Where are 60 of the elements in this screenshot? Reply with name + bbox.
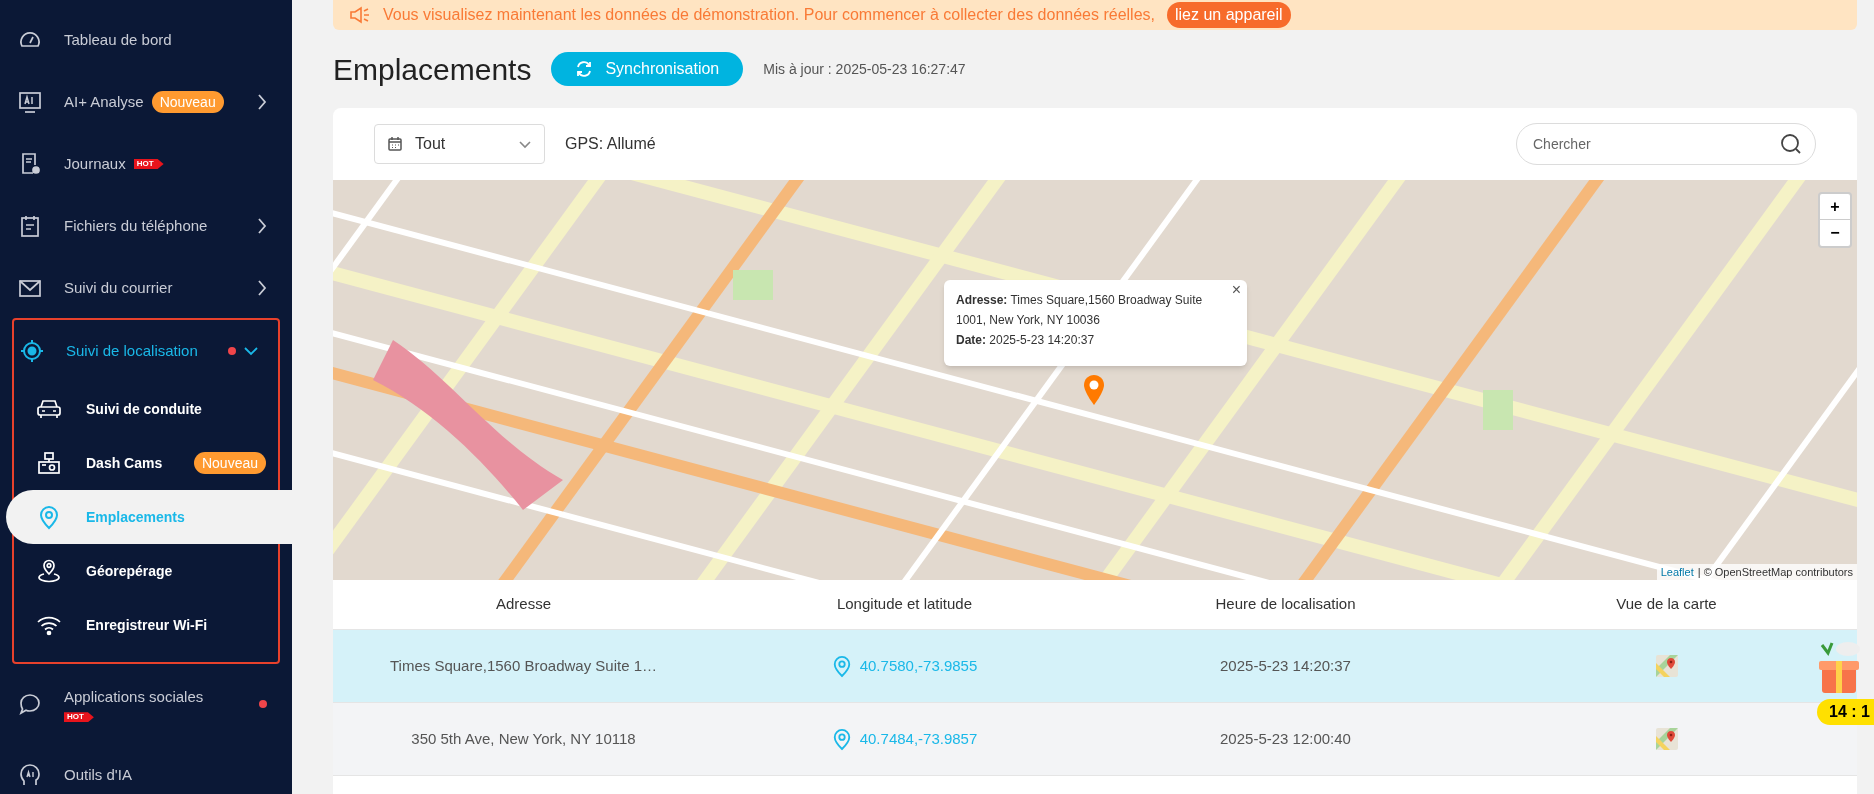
sidebar-item[interactable]: Applications sociales HOT — [0, 664, 292, 744]
chevron-right-icon — [257, 218, 267, 234]
popup-address: Adresse: Times Square,1560 Broadway Suite 1001, New York, NY 10036 — [956, 292, 1204, 329]
sidebar-subitem[interactable]: Suivi de conduite — [14, 382, 278, 436]
speech-bubble-icon — [18, 692, 42, 716]
sidebar-subitem[interactable]: Enregistreur Wi-Fi — [14, 598, 278, 652]
map-attribution: | © OpenStreetMap contributors — [1697, 564, 1853, 580]
hot-tag: HOT — [64, 712, 94, 723]
time-cell: 2025-5-23 14:20:37 — [1220, 657, 1351, 674]
chevron-right-icon — [257, 94, 267, 110]
location-pin-icon — [831, 654, 852, 678]
table-row[interactable]: Times Square,1560 Broadway Suite 1… 40.7580,-73.9855 2025-5-23 14:20:37 — [333, 630, 1857, 703]
map-view-icon[interactable] — [1655, 728, 1678, 750]
chevron-down-icon — [518, 139, 532, 149]
sidebar-item[interactable]: Journaux HOT — [0, 133, 292, 195]
close-button[interactable]: × — [1231, 282, 1241, 298]
column-header: Longitude et latitude — [836, 595, 973, 613]
time-cell: 2025-5-23 12:00:40 — [1220, 730, 1351, 747]
sidebar-item[interactable]: Tableau de bord — [0, 9, 292, 71]
dashcam-icon — [36, 450, 62, 476]
zoom-in-button[interactable]: + — [1820, 194, 1850, 220]
address-cell: 350 5th Ave, New York, NY 10118 — [411, 730, 636, 747]
search-icon — [1780, 133, 1802, 155]
search-field[interactable]: Chercher — [1516, 123, 1816, 165]
sidebar-subitem[interactable]: Dash Cams Nouveau — [14, 436, 278, 490]
ai-monitor-icon — [18, 90, 42, 114]
filter-dropdown[interactable]: Tout — [374, 124, 545, 164]
sidebar-item[interactable]: Outils d'IA — [0, 744, 292, 794]
chevron-right-icon — [257, 280, 267, 296]
page-title: Emplacements — [333, 51, 532, 88]
ai-head-icon — [18, 763, 42, 787]
updated-time: Mis à jour : 2025-05-23 16:27:47 — [763, 59, 966, 79]
sidebar-item[interactable]: Fichiers du téléphone — [0, 195, 292, 257]
address-cell: Times Square,1560 Broadway Suite 1… — [389, 657, 658, 674]
sidebar-subitem[interactable]: Géorepérage — [14, 544, 278, 598]
sync-icon — [575, 60, 594, 78]
column-header: Heure de localisation — [1215, 595, 1356, 613]
sidebar-item[interactable]: Suivi de localisation — [14, 320, 278, 382]
banner-text: Vous visualisez maintenant les données de démonstration. Pour commencer à collecter des données réelles, — [383, 5, 1155, 25]
target-icon — [20, 339, 44, 363]
new-badge: Nouveau — [151, 91, 224, 113]
geofence-pin-icon — [36, 558, 62, 584]
leaflet-link[interactable]: Leaflet — [1660, 563, 1694, 580]
countdown-timer: 14 : 1 — [1817, 699, 1874, 725]
clipboard-icon — [18, 214, 42, 238]
location-pin-icon — [831, 727, 852, 751]
chevron-down-icon — [244, 346, 258, 356]
calendar-icon — [387, 136, 403, 152]
new-badge: Nouveau — [193, 452, 266, 474]
column-header: Adresse — [496, 595, 551, 613]
popup-date: Date: 2025-5-23 14:20:37 — [956, 332, 1096, 349]
sidebar-item[interactable]: AI+ Analyse Nouveau — [0, 71, 292, 133]
zoom-out-button[interactable]: − — [1820, 220, 1850, 246]
sidebar-item[interactable]: Suivi du courrier — [0, 257, 292, 319]
gps-status: GPS: Allumé — [565, 134, 656, 154]
hot-tag: HOT — [133, 159, 164, 169]
map-marker-icon — [1083, 374, 1105, 406]
map-view-icon[interactable] — [1655, 655, 1678, 677]
speaker-icon — [349, 5, 371, 25]
column-header: Vue de la carte — [1616, 595, 1717, 613]
